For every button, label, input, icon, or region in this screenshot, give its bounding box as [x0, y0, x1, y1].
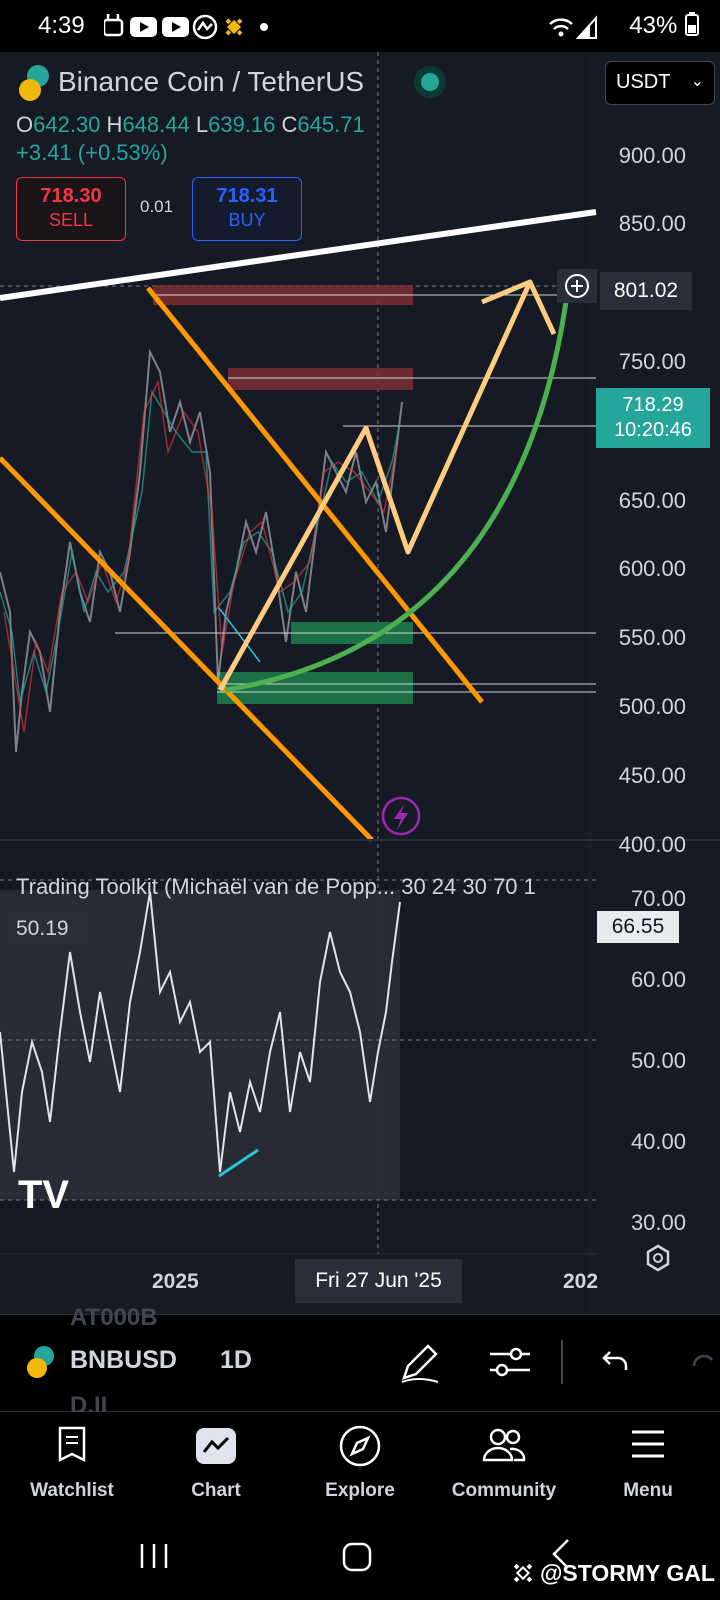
buy-button[interactable]: 718.31 BUY — [192, 177, 302, 241]
chart-canvas[interactable]: TV — [0, 52, 720, 1314]
binance-logo-icon — [19, 65, 49, 101]
chevron-down-icon: ⌄ — [690, 73, 704, 90]
indicators-sliders-icon[interactable] — [488, 1344, 532, 1380]
price-axis-label: 850.00 — [618, 211, 686, 236]
status-bar: 4:39 43% — [0, 0, 720, 52]
price-axis-label: 500.00 — [618, 694, 686, 719]
menu-icon — [632, 1430, 664, 1458]
indicator-left-value: 50.19 — [8, 912, 88, 944]
ghost-text: AT000B — [70, 1304, 158, 1331]
indicator-axis-label: 60.00 — [630, 967, 686, 992]
compass-icon — [339, 1425, 381, 1467]
status-time: 4:39 — [38, 12, 85, 39]
home-icon[interactable] — [342, 1542, 372, 1572]
chart-settings-icon[interactable] — [646, 1244, 670, 1272]
community-icon — [482, 1428, 526, 1462]
svg-text:TV: TV — [18, 1173, 69, 1217]
indicator-axis-label: 40.00 — [630, 1129, 686, 1154]
time-axis-label: 2025 — [152, 1270, 199, 1293]
tradingview-logo-icon: TV — [18, 1173, 69, 1217]
symbol-selector[interactable]: BNBUSD — [70, 1346, 177, 1375]
price-axis-label: 400.00 — [618, 832, 686, 857]
spread-value: 0.01 — [140, 197, 174, 216]
chart-symbol-title[interactable]: Binance Coin / TetherUS — [58, 66, 364, 98]
lightning-icon[interactable] — [381, 796, 421, 836]
price-axis-label: 650.00 — [618, 488, 686, 513]
price-change: +3.41 (+0.53%) — [16, 140, 168, 165]
price-axis-label: 600.00 — [618, 556, 686, 581]
interval-selector[interactable]: 1D — [220, 1346, 252, 1375]
symbol-logo-icon — [27, 1346, 54, 1378]
indicator-axis-label: 50.00 — [630, 1048, 686, 1073]
watermark-text: @STORMY GAL — [540, 1560, 715, 1586]
battery-percent: 43% — [629, 12, 700, 40]
chart-icon — [196, 1428, 236, 1464]
price-axis-label: 750.00 — [618, 349, 686, 374]
bottom-navigation: Watchlist Chart Explore Community Menu — [0, 1412, 720, 1522]
indicator-current-value: 66.55 — [597, 911, 679, 943]
current-price-tag: 718.29 10:20:46 — [596, 388, 710, 448]
ohlc-values: O642.30 H648.44 L639.16 C645.71 — [16, 112, 365, 137]
crosshair-plus-icon[interactable] — [557, 269, 597, 303]
sell-button[interactable]: 718.30 SELL — [16, 177, 126, 241]
crosshair-date-tag: Fri 27 Jun '25 — [295, 1259, 462, 1303]
indicator-axis-label: 70.00 — [630, 886, 686, 911]
price-axis-label: 550.00 — [618, 625, 686, 650]
status-notification-icons — [102, 9, 274, 45]
currency-select[interactable]: USDT ⌄ — [605, 61, 715, 105]
watermark-logo-icon — [513, 1563, 533, 1583]
resistance-zone-mid — [228, 368, 413, 390]
indicator-axis-label: 30.00 — [630, 1210, 686, 1235]
crosshair-price-tag: 801.02 — [600, 272, 692, 310]
redo-icon[interactable] — [692, 1352, 720, 1376]
signal-icons — [548, 14, 598, 45]
undo-icon[interactable] — [600, 1346, 630, 1376]
indicator-title[interactable]: Trading Toolkit (Michaël van de Popp... … — [16, 874, 536, 900]
price-axis-label: 450.00 — [618, 763, 686, 788]
watchlist-icon — [58, 1426, 86, 1463]
price-axis-label: 900.00 — [618, 143, 686, 168]
pencil-icon[interactable] — [398, 1340, 442, 1384]
time-axis-label: 202 — [563, 1270, 599, 1293]
recent-apps-icon[interactable] — [138, 1542, 172, 1572]
